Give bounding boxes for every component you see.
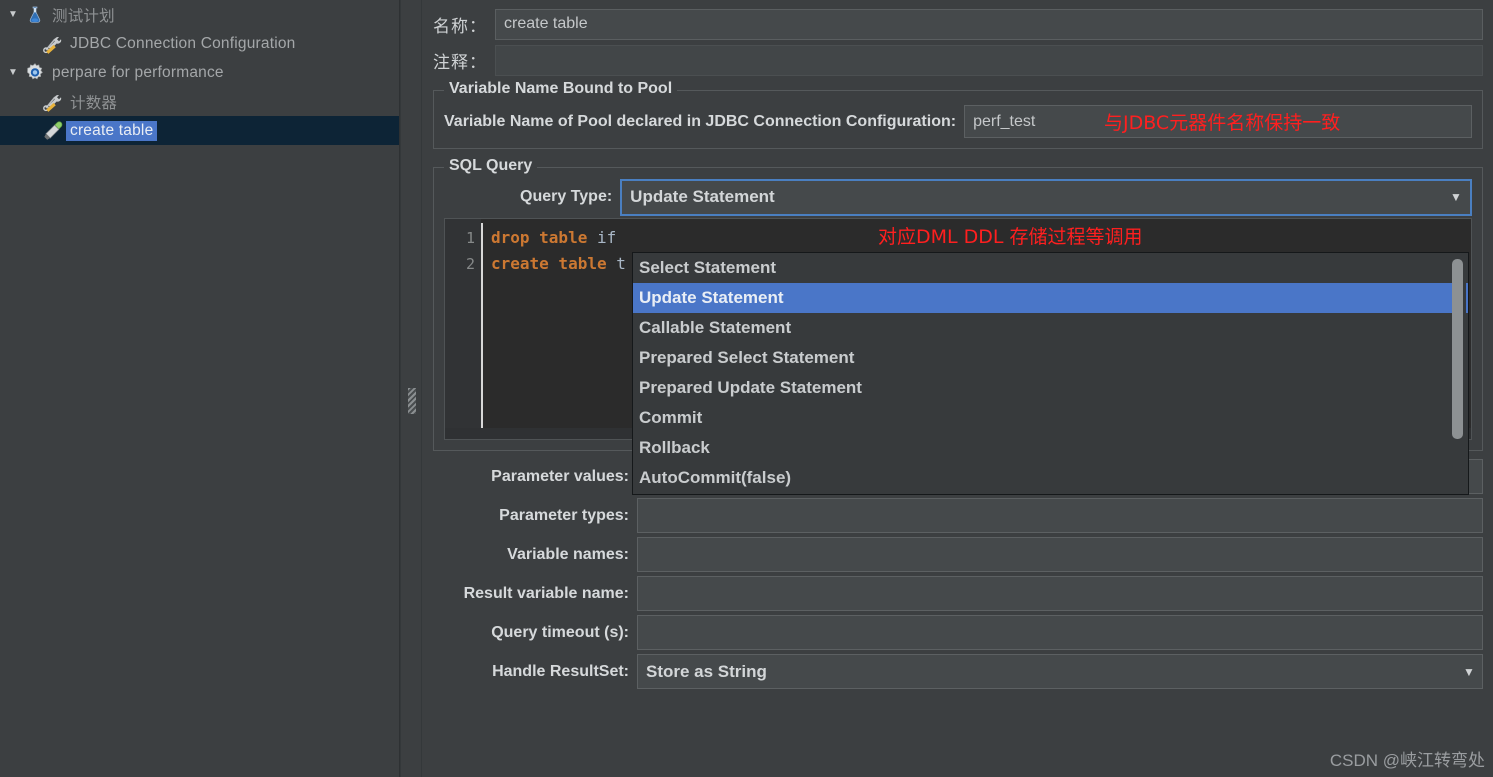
chevron-down-icon[interactable]: ▼ [1442, 180, 1470, 214]
flask-icon [22, 5, 48, 25]
tree-node-thread-group[interactable]: ▼ perpare for performance [0, 58, 399, 87]
query-timeout-label: Query timeout (s): [491, 623, 629, 641]
handle-resultset-row: Handle ResultSet: Store as String ▼ [433, 652, 1483, 691]
sql-token: if [587, 228, 617, 247]
comment-input[interactable] [495, 44, 1483, 76]
dropdown-scrollbar-thumb[interactable] [1452, 259, 1463, 439]
wrench-screwdriver-icon [40, 92, 66, 112]
query-timeout-row: Query timeout (s): [433, 613, 1483, 652]
dropdown-option[interactable]: Select Statement [633, 253, 1468, 283]
group-title: SQL Query [444, 157, 538, 175]
gear-icon [22, 62, 48, 84]
sql-keyword: create table [491, 254, 607, 273]
handle-resultset-value: Store as String [646, 661, 767, 681]
parameter-values-label: Parameter values: [491, 467, 629, 485]
group-title: Variable Name Bound to Pool [444, 80, 678, 98]
query-type-combo[interactable]: Update Statement ▼ [620, 178, 1472, 216]
chevron-down-icon[interactable]: ▼ [4, 9, 22, 20]
chevron-down-icon[interactable]: ▼ [4, 67, 22, 78]
result-variable-name-row: Result variable name: [433, 574, 1483, 613]
tree-node-jdbc-connection-configuration[interactable]: ▼ JDBC Connection Configuration [0, 29, 399, 58]
tree-node-label: 测试计划 [52, 7, 115, 25]
query-type-row: Query Type: Update Statement ▼ [444, 178, 1472, 216]
dropdown-option-selected[interactable]: Update Statement [633, 283, 1468, 313]
pipette-icon [40, 120, 66, 142]
tree-node-label: JDBC Connection Configuration [70, 34, 296, 52]
variable-names-input[interactable] [637, 537, 1483, 572]
variable-names-row: Variable names: [433, 535, 1483, 574]
tree-node-counter[interactable]: ▼ 计数器 [0, 87, 399, 116]
query-timeout-input[interactable] [637, 615, 1483, 650]
query-type-value: Update Statement [630, 187, 775, 206]
tree-node-test-plan[interactable]: ▼ 测试计划 [0, 0, 399, 29]
variable-names-label: Variable names: [507, 545, 629, 563]
name-label: 名称： [433, 16, 487, 36]
tree-node-label: 计数器 [70, 94, 118, 112]
dropdown-option[interactable]: Prepared Update Statement [633, 373, 1468, 403]
result-variable-name-label: Result variable name: [463, 584, 629, 602]
annotation-query-type-note: 对应DML DDL 存储过程等调用 [878, 226, 1143, 248]
dropdown-option[interactable]: Callable Statement [633, 313, 1468, 343]
sql-token: t [606, 254, 626, 273]
tree-node-label: perpare for performance [52, 63, 224, 81]
parameter-types-input[interactable] [637, 498, 1483, 533]
handle-resultset-combo[interactable]: Store as String ▼ [637, 654, 1483, 689]
sql-keyword: drop table [491, 228, 588, 247]
splitter-grip-icon[interactable] [408, 388, 416, 414]
parameter-types-row: Parameter types: [433, 496, 1483, 535]
query-type-dropdown-list[interactable]: Select Statement Update Statement Callab… [632, 252, 1469, 495]
tree-node-label: create table [66, 120, 158, 141]
comment-row: 注释： [433, 42, 1483, 78]
dropdown-option[interactable]: Rollback [633, 433, 1468, 463]
editor-line-numbers: 1 2 [445, 219, 481, 439]
pool-variable-label: Variable Name of Pool declared in JDBC C… [444, 112, 957, 130]
name-input[interactable]: create table [495, 8, 1483, 40]
line-number: 2 [465, 255, 475, 273]
chevron-down-icon[interactable]: ▼ [1456, 655, 1482, 688]
dropdown-option[interactable]: Prepared Select Statement [633, 343, 1468, 373]
watermark: CSDN @峡江转弯处 [1329, 751, 1485, 770]
result-variable-name-input[interactable] [637, 576, 1483, 611]
dropdown-scrollbar[interactable] [1452, 255, 1466, 494]
annotation-pool-note: 与JDBC元器件名称保持一致 [1104, 112, 1341, 134]
wrench-screwdriver-icon [40, 34, 66, 54]
handle-resultset-label: Handle ResultSet: [492, 662, 629, 680]
comment-label: 注释： [433, 52, 487, 72]
pane-splitter[interactable] [400, 0, 422, 777]
test-plan-tree[interactable]: ▼ 测试计划 ▼ [0, 0, 400, 777]
dropdown-option[interactable]: Commit [633, 403, 1468, 433]
tree-node-create-table[interactable]: ▼ create table [0, 116, 399, 145]
query-type-label: Query Type: [520, 188, 613, 205]
name-row: 名称： create table [433, 6, 1483, 42]
dropdown-option[interactable]: AutoCommit(false) [633, 463, 1468, 493]
jmeter-window: ▼ 测试计划 ▼ [0, 0, 1493, 777]
line-number: 1 [465, 229, 475, 247]
parameter-types-label: Parameter types: [499, 506, 629, 524]
